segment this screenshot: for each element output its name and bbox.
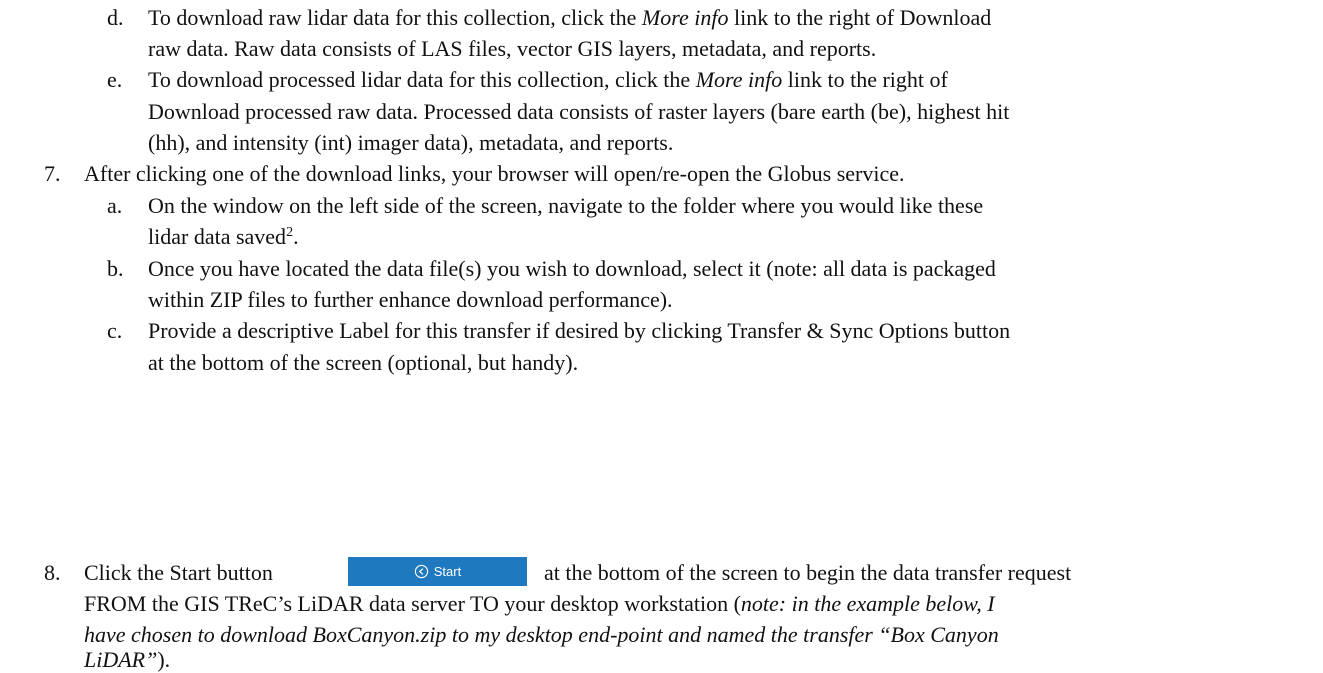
item-e-line-1: To download processed lidar data for thi…	[148, 67, 948, 92]
footnote-ref[interactable]: 2	[286, 225, 293, 240]
list-marker-e: e.	[107, 67, 123, 92]
step-8-line-1-post: at the bottom of the screen to begin the…	[544, 560, 1072, 585]
list-marker-7c: c.	[107, 318, 123, 343]
step-8-line-4: LiDAR”).	[84, 647, 171, 672]
more-info-text: More info	[695, 67, 783, 92]
list-marker-7b: b.	[107, 256, 124, 281]
step-7c-line-2: at the bottom of the screen (optional, b…	[148, 350, 579, 375]
more-info-text: More info	[641, 5, 729, 30]
step-8-line-1-pre: Click the Start button	[84, 560, 273, 585]
step-8-line-3: have chosen to download BoxCanyon.zip to…	[84, 622, 999, 647]
item-d-line-1: To download raw lidar data for this coll…	[148, 5, 992, 30]
item-e-line-2: Download processed raw data. Processed d…	[148, 99, 1010, 124]
step-7a-line-1: On the window on the left side of the sc…	[148, 193, 984, 218]
step-8-line-2: FROM the GIS TReC’s LiDAR data server TO…	[84, 591, 995, 616]
circle-arrow-left-icon	[414, 564, 428, 579]
start-button[interactable]: Start	[348, 557, 527, 586]
step-7b-line-1: Once you have located the data file(s) y…	[148, 256, 996, 281]
item-e-line-3: (hh), and intensity (int) imager data), …	[148, 130, 674, 155]
start-button-label: Start	[433, 564, 462, 579]
step-7-text: After clicking one of the download links…	[84, 161, 905, 186]
list-marker-7: 7.	[44, 161, 61, 186]
step-7c-line-1: Provide a descriptive Label for this tra…	[148, 318, 1011, 343]
list-marker-d: d.	[107, 5, 124, 30]
step-7a-line-2: lidar data saved2.	[148, 224, 299, 249]
list-marker-7a: a.	[107, 193, 123, 218]
item-d-line-2: raw data. Raw data consists of LAS files…	[148, 36, 877, 61]
step-7b-line-2: within ZIP files to further enhance down…	[148, 287, 673, 312]
list-marker-8: 8.	[44, 560, 61, 585]
